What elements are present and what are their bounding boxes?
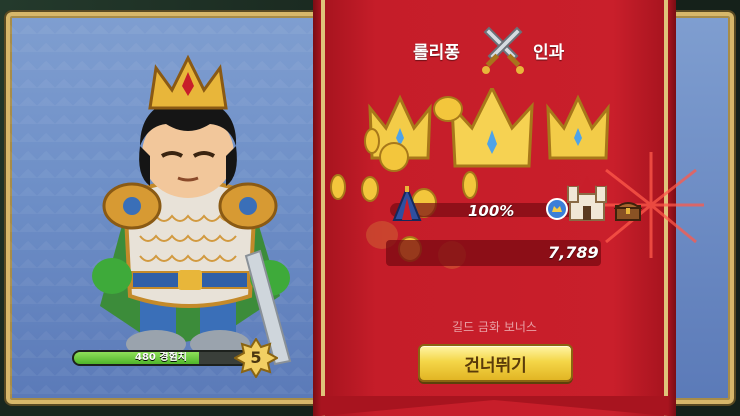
title-right: 인과 — [533, 43, 565, 63]
medal-icon — [546, 198, 568, 220]
chest-icon — [614, 202, 642, 221]
xp-bar: 480 경험치 — [72, 350, 250, 366]
coin-icon — [433, 96, 463, 122]
result-title: 롤리퐁 인과 — [313, 26, 676, 78]
level-badge: 5 — [232, 337, 280, 379]
coin-icon — [364, 128, 380, 154]
coin-icon — [379, 142, 409, 172]
title-left: 롤리퐁 — [413, 43, 460, 63]
crossed-swords-icon — [482, 26, 524, 74]
guild-bonus-label: 길드 금화 보너스 — [452, 320, 537, 334]
banner-tail — [321, 396, 668, 416]
coin-icon — [330, 174, 346, 200]
glow-burst — [600, 152, 704, 258]
level-number: 5 — [250, 348, 262, 367]
hero-character — [92, 54, 292, 366]
hero-card: 480 경험치 5 — [6, 12, 328, 404]
crown-icon — [546, 94, 610, 160]
xp-label: 480 경험치 — [135, 352, 187, 363]
skip-button[interactable]: 건너뛰기 — [418, 344, 573, 382]
castle-icon — [567, 176, 607, 221]
bonus-percent: 100% — [468, 202, 515, 220]
coin-icon — [361, 176, 379, 202]
tent-icon — [392, 186, 422, 221]
coin-icon — [462, 171, 478, 199]
total-coins: 7,789 — [548, 243, 599, 262]
